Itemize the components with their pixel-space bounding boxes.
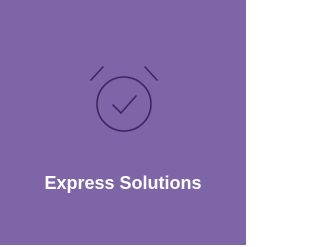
alarm-bell-right	[144, 66, 158, 81]
checkmark	[112, 95, 137, 114]
alarm-clock-check-icon	[87, 62, 161, 136]
express-solutions-tile[interactable]: Express Solutions	[0, 0, 248, 247]
clock-face	[96, 76, 152, 132]
alarm-bell-left	[90, 66, 104, 81]
tile-label: Express Solutions	[44, 173, 202, 193]
